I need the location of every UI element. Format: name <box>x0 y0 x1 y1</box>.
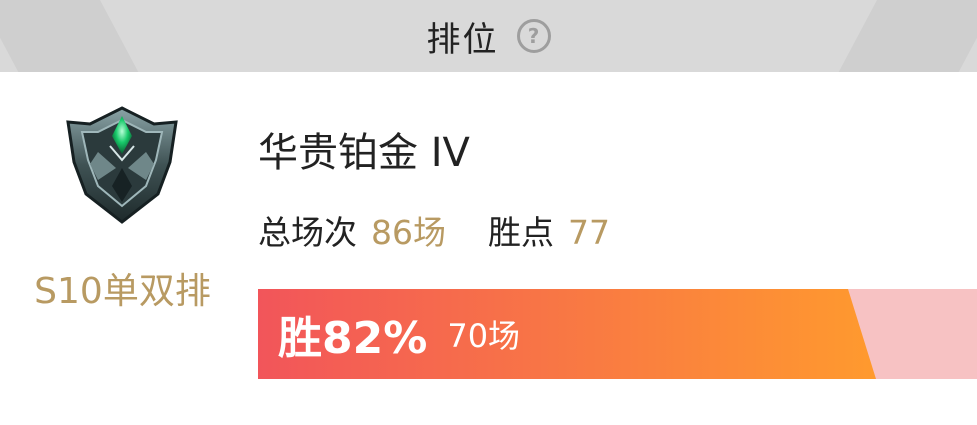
total-games-label: 总场次 <box>258 213 357 252</box>
help-glyph: ? <box>527 24 540 48</box>
tier-title: 华贵铂金 IV <box>258 130 470 176</box>
total-games-value: 86场 <box>371 213 446 252</box>
tab-ranked[interactable]: 排位 ? <box>0 0 977 72</box>
platinum-rank-emblem-icon <box>66 106 178 224</box>
win-count: 70场 <box>447 317 521 355</box>
lp-value: 77 <box>568 213 610 252</box>
stats-row: 总场次 86场 胜点 77 <box>258 206 610 254</box>
win-rate-percent: 胜82% <box>278 313 428 364</box>
lp-label: 胜点 <box>488 213 554 252</box>
win-rate-text: 胜82% 70场 <box>278 289 520 379</box>
season-label: S10单双排 <box>34 271 211 312</box>
win-rate-bar: 胜82% 70场 <box>258 289 977 379</box>
tab-title: 排位 <box>426 19 499 60</box>
rank-card: S10单双排 华贵铂金 IV 总场次 86场 胜点 77 胜82% 70场 <box>0 72 977 425</box>
help-icon[interactable]: ? <box>516 19 551 53</box>
tab-bar: 排位 ? <box>0 0 977 72</box>
